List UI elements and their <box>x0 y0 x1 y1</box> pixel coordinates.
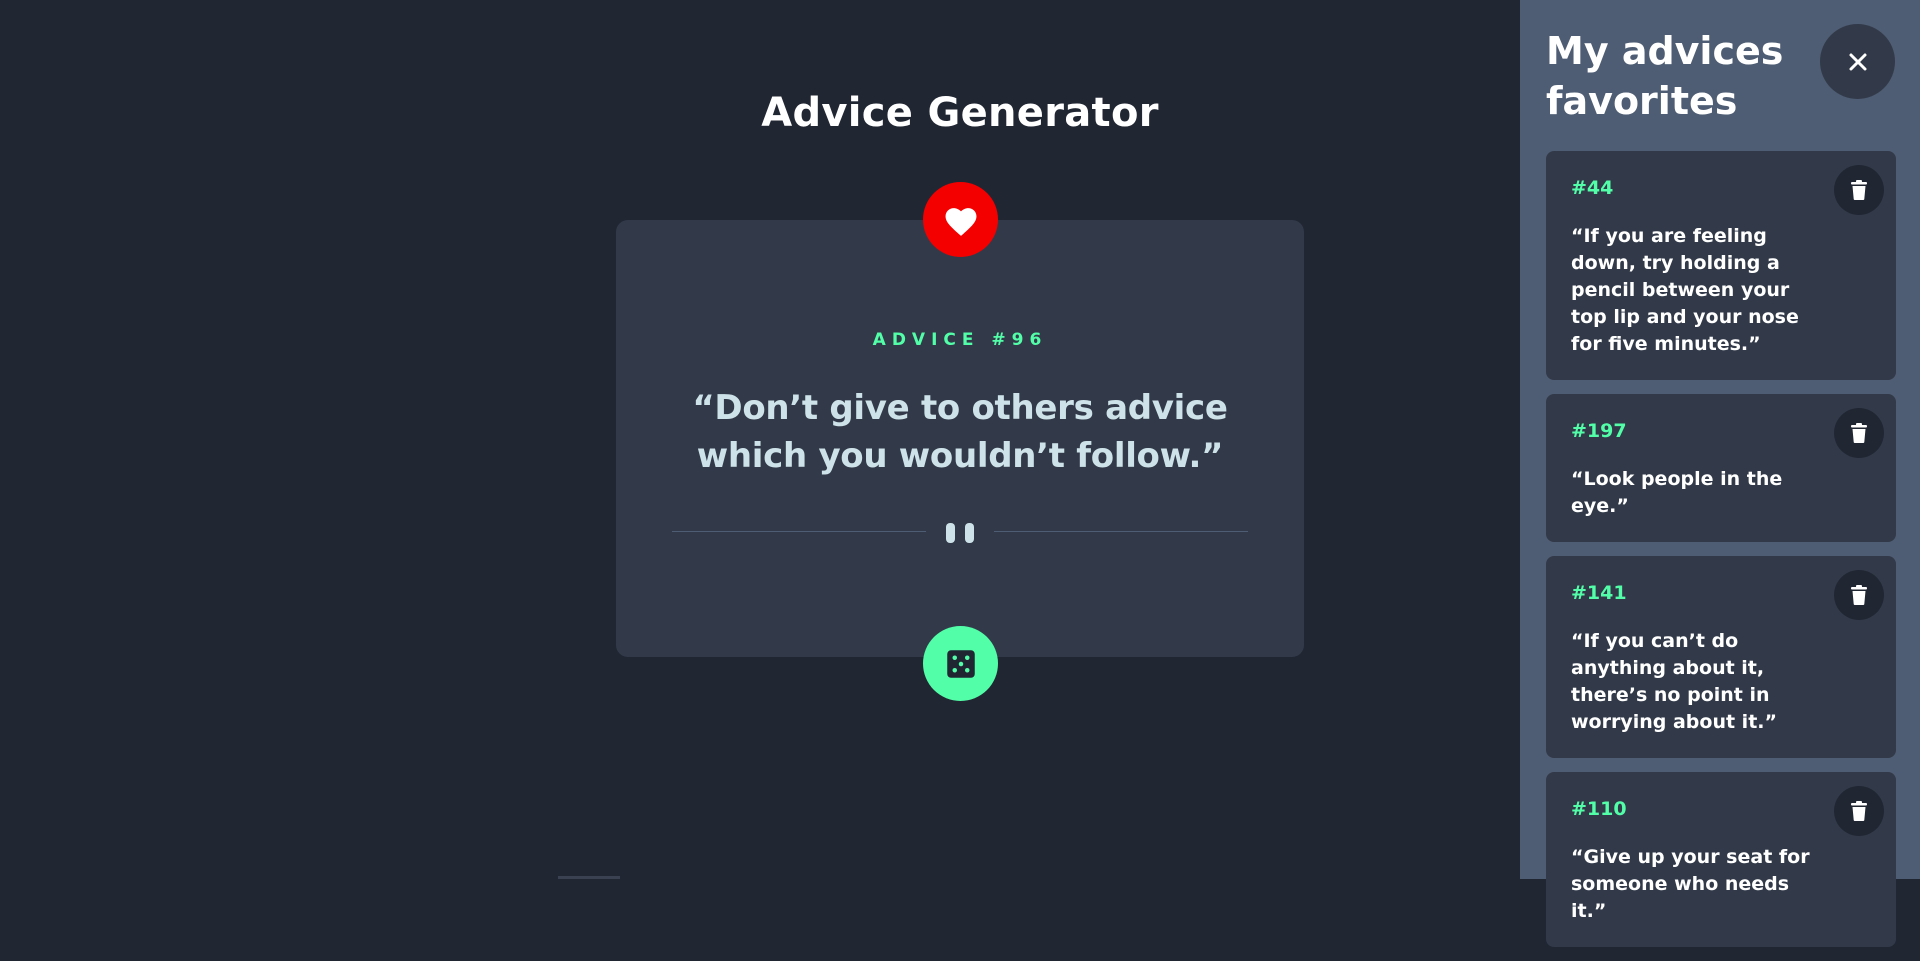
close-sidebar-button[interactable] <box>1820 24 1895 99</box>
close-icon <box>1849 53 1866 70</box>
favorite-button[interactable] <box>923 182 998 257</box>
trash-icon <box>1851 585 1867 605</box>
favorite-number: #197 <box>1571 420 1627 442</box>
favorite-number: #141 <box>1571 582 1627 604</box>
favorite-number: #110 <box>1571 798 1627 820</box>
pattern-divider <box>672 523 1248 543</box>
advice-id: ADVICE #96 <box>872 330 1048 350</box>
favorite-item: #110 “Give up your seat for someone who … <box>1546 772 1896 947</box>
favorite-number: #44 <box>1571 177 1614 199</box>
sidebar-title: My advices favorites <box>1546 29 1784 123</box>
pause-icon <box>946 523 974 543</box>
favorite-item: #141 “If you can’t do anything about it,… <box>1546 556 1896 758</box>
divider-line-left <box>672 531 926 532</box>
delete-favorite-button[interactable] <box>1834 786 1884 836</box>
advice-card: ADVICE #96 “Don’t give to others advice … <box>616 220 1304 657</box>
delete-favorite-button[interactable] <box>1834 165 1884 215</box>
favorites-list: #44 “If you are feeling down, try holdin… <box>1546 151 1896 961</box>
trash-icon <box>1851 801 1867 821</box>
trash-icon <box>1851 423 1867 443</box>
favorite-item: #197 “Look people in the eye.” <box>1546 394 1896 542</box>
delete-favorite-button[interactable] <box>1834 408 1884 458</box>
favorite-text: “Give up your seat for someone who needs… <box>1571 846 1810 922</box>
main-area: Advice Generator ADVICE #96 “Don’t give … <box>0 0 1520 879</box>
favorite-text: “If you can’t do anything about it, ther… <box>1571 630 1777 733</box>
heart-icon <box>945 207 976 236</box>
favorite-text: “Look people in the eye.” <box>1571 468 1783 517</box>
favorites-sidebar: My advices favorites #44 “If you are fee… <box>1520 0 1920 947</box>
favorite-text: “If you are feeling down, try holding a … <box>1571 225 1799 355</box>
favorite-item: #44 “If you are feeling down, try holdin… <box>1546 151 1896 380</box>
advice-text: “Don’t give to others advice which you w… <box>692 388 1228 476</box>
generate-advice-button[interactable] <box>923 626 998 701</box>
delete-favorite-button[interactable] <box>1834 570 1884 620</box>
divider-line-right <box>994 531 1248 532</box>
trash-icon <box>1851 180 1867 200</box>
dice-icon <box>946 649 975 678</box>
